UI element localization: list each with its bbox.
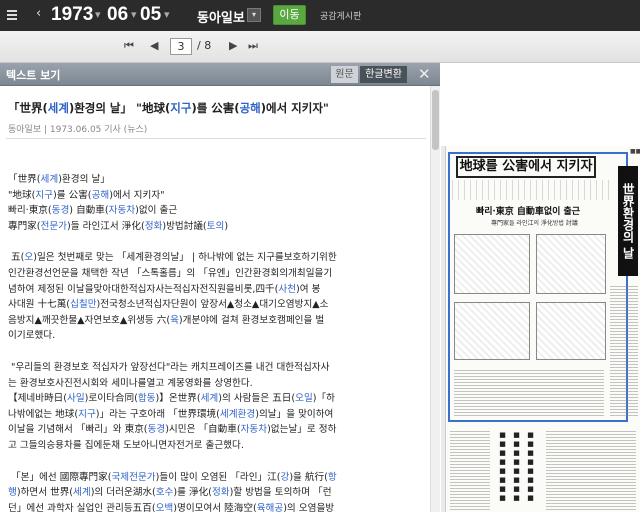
- next-page-icon[interactable]: ▶: [229, 39, 237, 52]
- newspaper-dropdown-icon[interactable]: ▾: [247, 8, 261, 22]
- newspaper-subheadline: 빠리·東京 自動車없이 출근: [476, 207, 581, 217]
- newspaper-headline: 地球를 公害에서 지키자: [456, 156, 596, 178]
- tab-korean-conversion[interactable]: 한글변환: [360, 66, 407, 83]
- newspaper-page-image[interactable]: ■■■ 地球를 公害에서 지키자 世界환경의 날 빠리·東京 自動車없이 출근 …: [445, 146, 640, 512]
- text-columns: [454, 368, 604, 416]
- newspaper-vertical-title: 世界환경의 날: [618, 166, 638, 276]
- month-dropdown-icon[interactable]: ▾: [131, 8, 137, 21]
- board-link[interactable]: 공감게시판: [320, 9, 361, 22]
- page-total: / 8: [197, 39, 212, 52]
- bottom-article-heading: ■■■■■■■■: [498, 430, 507, 502]
- prev-date-arrow-icon[interactable]: ‹: [36, 6, 41, 21]
- text-scrollbar[interactable]: [430, 86, 440, 512]
- last-page-icon[interactable]: ⏭: [248, 39, 258, 53]
- newspaper-subline: 專門家들 라인江의 淨化방법 討議: [491, 220, 578, 227]
- page-navigation-bar: ⏮ ◀ 3 / 8 ▶ ⏭: [0, 31, 640, 63]
- text-columns: [546, 430, 636, 510]
- year-field[interactable]: 1973: [51, 4, 93, 26]
- menu-icon[interactable]: [7, 10, 17, 20]
- scrollbar-thumb[interactable]: [432, 90, 439, 150]
- article-paragraph: 「世界(세계)환경의 날」 "地球(지구)를 公害(공해)에서 지키자" 빠리·…: [8, 174, 229, 232]
- text-columns: [610, 286, 638, 416]
- divider: [6, 138, 426, 139]
- article-paragraph: 「본」에선 國際專門家(국제전문가)들이 많이 오염된 「라인」江(강)을 航行…: [8, 471, 337, 512]
- cartoon-illustration: [454, 302, 530, 360]
- close-icon[interactable]: ✕: [418, 65, 431, 83]
- panel-title: 텍스트 보기: [6, 69, 61, 82]
- cartoon-illustration: [454, 234, 530, 294]
- move-button[interactable]: 이동: [273, 5, 306, 25]
- prev-page-icon[interactable]: ◀: [150, 39, 158, 52]
- day-field[interactable]: 05: [140, 4, 161, 26]
- article-paragraph: 五(오)일은 첫번째로 맞는 「세계환경의날」 | 하나밖에 없는 지구를보호하…: [8, 252, 337, 342]
- day-dropdown-icon[interactable]: ▾: [164, 8, 170, 21]
- text-columns: [450, 430, 490, 510]
- cartoon-illustration: [536, 234, 606, 294]
- tab-original[interactable]: 원문: [331, 66, 358, 83]
- article-text: 「世界(세계)환경의 날」 "地球(지구)를 公害(공해)에서 지키자" 동아일…: [0, 86, 430, 512]
- top-toolbar: ‹ 1973 ▾ 06 ▾ 05 ▾ 동아일보 ▾ 이동 공감게시판: [0, 0, 640, 31]
- first-page-icon[interactable]: ⏮: [124, 39, 134, 53]
- bottom-article-heading: ■■■■■■■■: [512, 430, 521, 502]
- column-rules: [452, 180, 612, 200]
- article-headline: 「世界(세계)환경의 날」 "地球(지구)를 公害(공해)에서 지키자": [8, 101, 329, 115]
- page-marker: ■■■: [630, 148, 640, 155]
- month-field[interactable]: 06: [107, 4, 128, 26]
- article-byline: 동아일보 | 1973.06.05 기사 (뉴스): [8, 125, 148, 135]
- article-body: 「世界(세계)환경의 날」 "地球(지구)를 公害(공해)에서 지키자" 빠리·…: [8, 172, 430, 512]
- page-number-input[interactable]: 3: [170, 38, 192, 55]
- year-dropdown-icon[interactable]: ▾: [95, 8, 101, 21]
- newspaper-name[interactable]: 동아일보: [197, 7, 245, 26]
- cartoon-illustration: [536, 302, 606, 360]
- text-panel-header: 텍스트 보기 원문 한글변환 ✕: [0, 63, 440, 86]
- newspaper-viewer[interactable]: ■■■ 地球를 公害에서 지키자 世界환경의 날 빠리·東京 自動車없이 출근 …: [441, 63, 640, 512]
- viewer-margin: [441, 63, 640, 146]
- bottom-article-heading: ■■■■■■■■: [526, 430, 535, 502]
- article-paragraph: "우리들의 환경보호 적십자가 앞장선다"라는 캐치프레이즈를 내건 대한적십자…: [8, 361, 337, 451]
- text-view-panel: 텍스트 보기 원문 한글변환 ✕ 「世界(세계)환경의 날」 "地球(지구)를 …: [0, 63, 440, 512]
